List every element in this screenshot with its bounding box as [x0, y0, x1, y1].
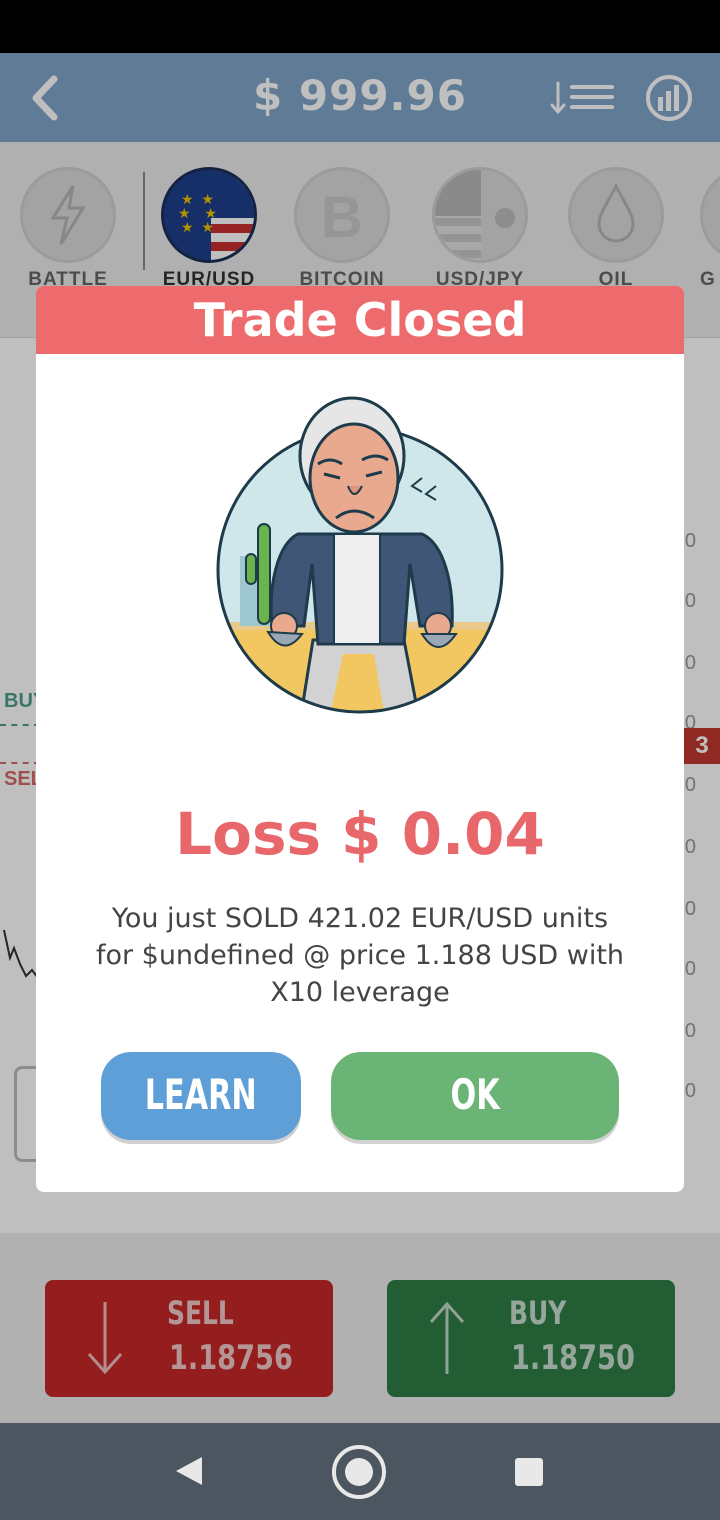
trade-summary: You just SOLD 421.02 EUR/USD units for $… [95, 903, 625, 1008]
circle-home-icon[interactable] [330, 1443, 388, 1501]
triangle-back-icon[interactable] [170, 1453, 206, 1489]
broke-old-man-illustration [216, 396, 504, 714]
trade-closed-dialog: Trade Closed Loss $ 0.04 You just SOLD 4… [36, 286, 684, 1192]
learn-button[interactable]: LEARN [101, 1052, 301, 1140]
system-nav-bar [0, 1423, 720, 1520]
ok-label: OK [450, 1070, 500, 1119]
status-bar [0, 0, 720, 53]
learn-label: LEARN [145, 1070, 257, 1119]
ok-button[interactable]: OK [331, 1052, 619, 1140]
dialog-title: Trade Closed [36, 286, 684, 354]
square-recents-icon[interactable] [513, 1456, 545, 1488]
trade-result: Loss $ 0.04 [175, 800, 545, 868]
